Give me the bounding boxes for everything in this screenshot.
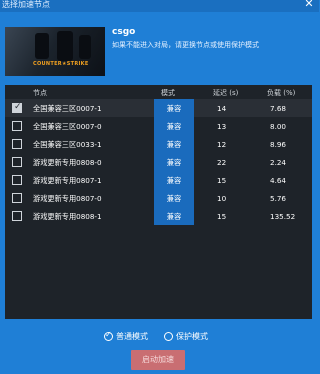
row-checkbox[interactable] xyxy=(12,139,22,149)
latency-value: 12 xyxy=(217,140,227,149)
header-mode: 模式 xyxy=(161,89,175,97)
node-name: 游戏更新专用0807-1 xyxy=(33,176,102,185)
table-row[interactable]: 游戏更新专用0807-1 兼容 15 4.64 xyxy=(5,171,312,189)
window-title: 选择加速节点 xyxy=(2,0,50,9)
figure-silhouette xyxy=(79,35,91,59)
row-checkbox[interactable] xyxy=(12,193,22,203)
latency-value: 15 xyxy=(217,176,227,185)
mode-label: 兼容 xyxy=(166,104,182,113)
load-value: 8.00 xyxy=(270,122,287,131)
latency-value: 13 xyxy=(217,122,227,131)
load-value: 7.68 xyxy=(270,104,287,113)
title-bar: 选择加速节点 ✕ xyxy=(0,0,319,12)
mode-badge: 兼容 xyxy=(154,171,194,189)
mode-badge: 兼容 xyxy=(154,153,194,171)
table-row[interactable]: 全国兼容三区0007-0 兼容 13 8.00 xyxy=(5,117,312,135)
node-name: 全国兼容三区0007-0 xyxy=(33,122,102,131)
figure-silhouette xyxy=(57,31,73,61)
close-icon[interactable]: ✕ xyxy=(303,0,315,10)
latency-value: 22 xyxy=(217,158,227,167)
table-row[interactable]: 全国兼容三区0007-1 兼容 14 7.68 xyxy=(5,99,312,117)
mode-label: 兼容 xyxy=(166,158,182,167)
load-value: 8.96 xyxy=(270,140,287,149)
mode-badge: 兼容 xyxy=(154,207,194,225)
row-checkbox[interactable] xyxy=(12,175,22,185)
table-row[interactable]: 游戏更新专用0808-1 兼容 15 135.52 xyxy=(5,207,312,225)
game-logo: COUNTER★STRIKE xyxy=(33,61,89,67)
table-row[interactable]: 游戏更新专用0807-0 兼容 10 5.76 xyxy=(5,189,312,207)
radio-icon xyxy=(164,332,173,341)
game-hint: 如果不能进入对局，请更换节点或使用保护模式 xyxy=(112,41,259,49)
mode-label: 兼容 xyxy=(166,140,182,149)
row-checkbox[interactable] xyxy=(12,211,22,221)
mode-option-normal[interactable]: 普通模式 xyxy=(104,330,148,342)
mode-badge: 兼容 xyxy=(154,99,194,117)
mode-option-protect[interactable]: 保护模式 xyxy=(164,331,208,342)
row-checkbox[interactable] xyxy=(12,121,22,131)
load-value: 135.52 xyxy=(270,212,296,221)
start-acceleration-button[interactable]: 启动加速 xyxy=(131,350,185,370)
mode-label: 兼容 xyxy=(166,122,182,131)
mode-badge: 兼容 xyxy=(154,117,194,135)
header-load: 负载 (%) xyxy=(267,89,296,97)
game-thumbnail: COUNTER★STRIKE xyxy=(5,27,105,76)
mode-badge: 兼容 xyxy=(154,135,194,153)
figure-silhouette xyxy=(35,33,49,59)
mode-label: 兼容 xyxy=(166,176,182,185)
load-value: 4.64 xyxy=(270,176,287,185)
radio-checked-icon xyxy=(104,330,113,341)
load-value: 2.24 xyxy=(270,158,287,167)
latency-value: 14 xyxy=(217,104,227,113)
node-name: 全国兼容三区0033-1 xyxy=(33,140,102,149)
mode-protect-label: 保护模式 xyxy=(176,332,208,341)
latency-value: 10 xyxy=(217,194,227,203)
node-name: 游戏更新专用0808-0 xyxy=(33,158,102,167)
load-value: 5.76 xyxy=(270,194,287,203)
row-checkbox[interactable] xyxy=(12,157,22,167)
mode-label: 兼容 xyxy=(166,212,182,221)
table-header: 节点 模式 延迟 (s) 负载 (%) xyxy=(5,85,312,99)
node-name: 游戏更新专用0808-1 xyxy=(33,212,102,221)
table-row[interactable]: 游戏更新专用0808-0 兼容 22 2.24 xyxy=(5,153,312,171)
mode-normal-label: 普通模式 xyxy=(116,332,148,341)
table-row[interactable]: 全国兼容三区0033-1 兼容 12 8.96 xyxy=(5,135,312,153)
mode-badge: 兼容 xyxy=(154,189,194,207)
header-latency: 延迟 (s) xyxy=(213,89,239,97)
header-node: 节点 xyxy=(33,89,47,97)
mode-selector: 普通模式 保护模式 xyxy=(104,330,244,343)
game-name: csgo xyxy=(112,27,136,37)
mode-label: 兼容 xyxy=(166,194,182,203)
row-checkbox[interactable] xyxy=(12,102,22,113)
latency-value: 15 xyxy=(217,212,227,221)
node-table: 节点 模式 延迟 (s) 负载 (%) 全国兼容三区0007-1 兼容 14 7… xyxy=(5,85,312,319)
node-name: 全国兼容三区0007-1 xyxy=(33,104,102,113)
node-name: 游戏更新专用0807-0 xyxy=(33,194,102,203)
